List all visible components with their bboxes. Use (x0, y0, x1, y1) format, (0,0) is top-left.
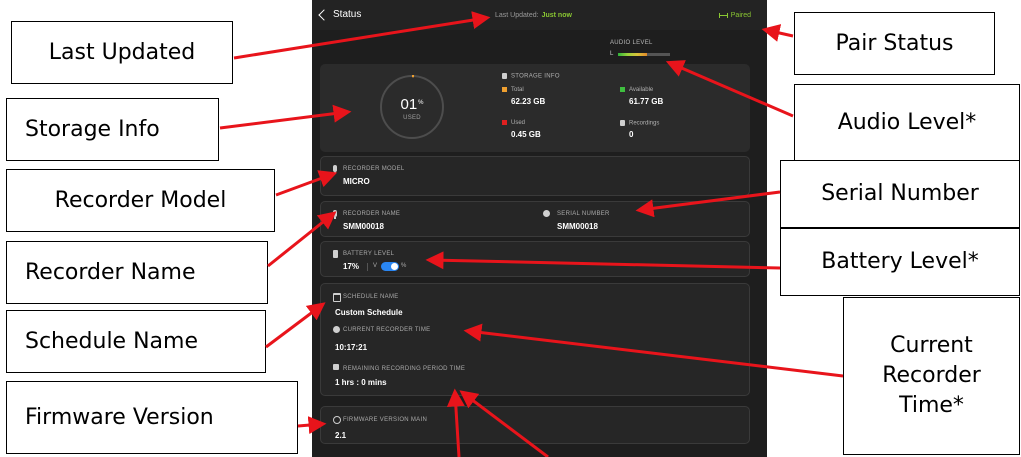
arrow-pair-status (761, 24, 794, 42)
arrow-recorder-model (275, 170, 338, 197)
arrow-storage-info (219, 104, 352, 130)
arrow-serial-number (635, 190, 781, 218)
arrow-schedule-name (265, 302, 326, 349)
arrow-current-recorder-time (463, 323, 844, 378)
annotation-arrows (219, 11, 844, 457)
arrow-recorder-name (267, 211, 337, 268)
arrow-audio-level (665, 60, 794, 118)
arrow-last-updated (233, 11, 491, 60)
arrow-remaining-time-a (446, 388, 465, 457)
arrow-remaining-time-b (459, 390, 549, 457)
arrow-battery-level (425, 251, 781, 270)
arrow-firmware-version (297, 416, 327, 435)
